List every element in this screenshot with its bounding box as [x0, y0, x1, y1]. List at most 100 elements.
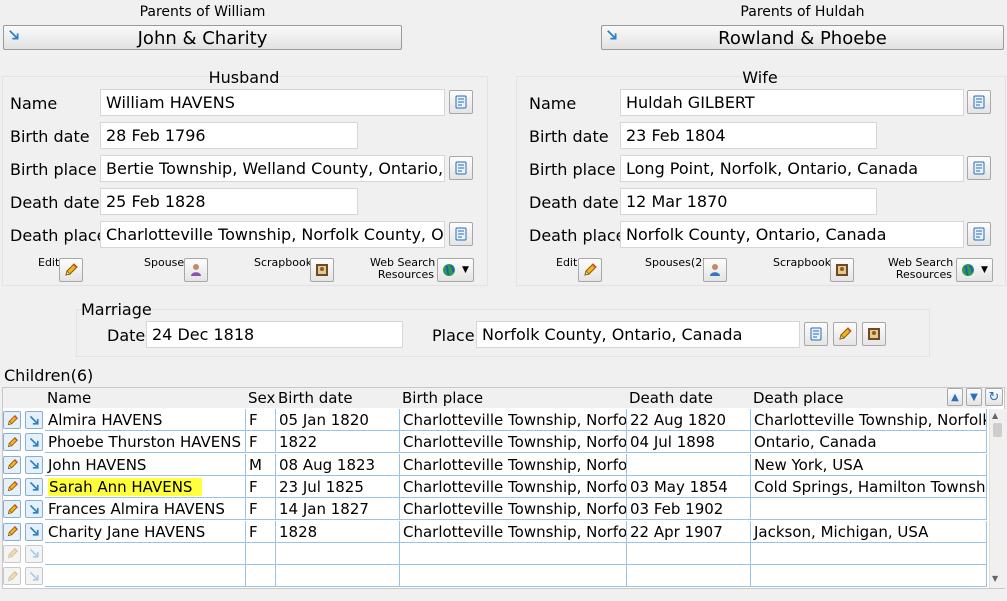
row-jump-button[interactable]: [25, 433, 43, 452]
wife-death-source-button[interactable]: [967, 222, 991, 246]
table-row[interactable]: [2, 565, 989, 588]
husband-death-source-button[interactable]: [449, 222, 473, 246]
cell-death-date[interactable]: 03 May 1854: [627, 475, 751, 498]
husband-birth-date-field[interactable]: 28 Feb 1796: [100, 122, 358, 149]
row-edit-button[interactable]: [3, 455, 21, 474]
row-edit-button[interactable]: [3, 411, 21, 429]
wife-death-date-field[interactable]: 12 Mar 1870: [620, 188, 877, 215]
cell-birth-date[interactable]: 1822: [276, 431, 400, 454]
refresh-button[interactable]: ↻: [985, 388, 1003, 406]
row-jump-button[interactable]: [25, 455, 43, 474]
table-row[interactable]: Sarah Ann HAVENS F 23 Jul 1825 Charlottevil…: [2, 475, 989, 498]
row-jump-button[interactable]: [25, 411, 43, 429]
cell-birth-place[interactable]: Charlotteville Township, Norfolk C: [400, 453, 627, 476]
scroll-down-icon[interactable]: ▼: [992, 574, 998, 583]
wife-name-field[interactable]: Huldah GILBERT: [620, 89, 964, 116]
marriage-edit-button[interactable]: [833, 322, 857, 346]
cell-death-place[interactable]: Cold Springs, Hamilton Township,: [751, 475, 987, 498]
husband-edit-button[interactable]: [59, 258, 83, 282]
table-row[interactable]: Charity Jane HAVENS F 1828 Charlotteville T…: [2, 520, 989, 543]
cell-birth-date[interactable]: 23 Jul 1825: [276, 475, 400, 498]
cell-name[interactable]: John HAVENS: [45, 453, 246, 476]
husband-name-field[interactable]: William HAVENS: [100, 89, 445, 116]
cell-death-date[interactable]: 22 Apr 1907: [627, 520, 751, 543]
row-jump-button[interactable]: [25, 544, 43, 563]
cell-sex[interactable]: [246, 565, 276, 588]
col-sex-header[interactable]: Sex: [248, 388, 275, 408]
table-row[interactable]: [2, 542, 989, 565]
cell-sex[interactable]: F: [246, 431, 276, 454]
table-row[interactable]: Frances Almira HAVENS F 14 Jan 1827 Charlot…: [2, 498, 989, 521]
husband-death-place-field[interactable]: Charlotteville Township, Norfolk County,…: [100, 221, 445, 248]
cell-name[interactable]: Charity Jane HAVENS: [45, 520, 246, 543]
cell-death-place[interactable]: Ontario, Canada: [751, 431, 987, 454]
wife-scrapbook-button[interactable]: [830, 258, 854, 282]
row-jump-button[interactable]: [25, 500, 43, 519]
cell-death-date[interactable]: 03 Feb 1902: [627, 498, 751, 521]
cell-death-place[interactable]: [751, 498, 987, 521]
husband-birth-place-field[interactable]: Bertie Township, Welland County, Ontario…: [100, 155, 445, 182]
cell-sex[interactable]: F: [246, 498, 276, 521]
marriage-date-field[interactable]: 24 Dec 1818: [146, 321, 403, 348]
cell-death-date[interactable]: 22 Aug 1820: [627, 409, 751, 431]
cell-death-place[interactable]: [751, 565, 987, 588]
table-row[interactable]: Phoebe Thurston HAVENS F 1822 Charlottevill…: [2, 431, 989, 454]
row-edit-button[interactable]: [3, 433, 21, 452]
cell-birth-place[interactable]: Charlotteville Township, Norfolk C: [400, 431, 627, 454]
husband-scrapbook-button[interactable]: [310, 258, 334, 282]
scroll-up-icon[interactable]: ▲: [992, 411, 998, 420]
marriage-scrapbook-button[interactable]: [862, 322, 886, 346]
row-edit-button[interactable]: [3, 544, 21, 563]
cell-death-place[interactable]: New York, USA: [751, 453, 987, 476]
wife-death-place-field[interactable]: Norfolk County, Ontario, Canada: [620, 221, 964, 248]
row-edit-button[interactable]: [3, 477, 21, 496]
cell-birth-date[interactable]: [276, 542, 400, 565]
wife-birth-source-button[interactable]: [967, 156, 991, 180]
cell-birth-place[interactable]: [400, 565, 627, 588]
cell-death-date[interactable]: [627, 542, 751, 565]
cell-birth-place[interactable]: Charlotteville Township, Norfolk C: [400, 409, 627, 431]
cell-name[interactable]: Phoebe Thurston HAVENS: [45, 431, 246, 454]
row-edit-button[interactable]: [3, 522, 21, 541]
col-birth-date-header[interactable]: Birth date: [278, 388, 353, 408]
cell-death-date[interactable]: 04 Jul 1898: [627, 431, 751, 454]
row-jump-button[interactable]: [25, 567, 43, 586]
wife-name-source-button[interactable]: [967, 90, 991, 114]
cell-death-date[interactable]: [627, 453, 751, 476]
cell-birth-place[interactable]: Charlotteville Township, Norfolk C: [400, 498, 627, 521]
cell-birth-date[interactable]: 08 Aug 1823: [276, 453, 400, 476]
col-death-place-header[interactable]: Death place: [753, 388, 843, 408]
cell-death-place[interactable]: Jackson, Michigan, USA: [751, 520, 987, 543]
col-name-header[interactable]: Name: [47, 388, 91, 408]
col-birth-place-header[interactable]: Birth place: [402, 388, 483, 408]
marriage-source-button[interactable]: [804, 322, 828, 346]
husband-parents-button[interactable]: John & Charity: [3, 25, 402, 50]
cell-sex[interactable]: M: [246, 453, 276, 476]
husband-name-source-button[interactable]: [449, 90, 473, 114]
cell-name[interactable]: Frances Almira HAVENS: [45, 498, 246, 521]
wife-birth-place-field[interactable]: Long Point, Norfolk, Ontario, Canada: [620, 155, 964, 182]
husband-birth-source-button[interactable]: [449, 156, 473, 180]
move-down-button[interactable]: ▼: [966, 388, 982, 406]
row-edit-button[interactable]: [3, 500, 21, 519]
col-death-date-header[interactable]: Death date: [629, 388, 713, 408]
cell-death-place[interactable]: Charlotteville Township, Norfolk Co: [751, 409, 987, 431]
cell-sex[interactable]: F: [246, 475, 276, 498]
cell-name[interactable]: Almira HAVENS: [45, 409, 246, 431]
cell-birth-date[interactable]: [276, 565, 400, 588]
wife-edit-button[interactable]: [578, 258, 602, 282]
move-up-button[interactable]: ▲: [947, 388, 963, 406]
wife-spouses-button[interactable]: [703, 258, 727, 282]
cell-name[interactable]: [45, 565, 246, 588]
cell-birth-place[interactable]: Charlotteville Township, Norfolk C: [400, 520, 627, 543]
wife-web-search-button[interactable]: ▼: [956, 258, 993, 282]
cell-birth-date[interactable]: 14 Jan 1827: [276, 498, 400, 521]
cell-sex[interactable]: [246, 542, 276, 565]
row-jump-button[interactable]: [25, 522, 43, 541]
husband-spouse-button[interactable]: [184, 258, 208, 282]
row-edit-button[interactable]: [3, 567, 21, 586]
husband-web-search-button[interactable]: ▼: [437, 258, 474, 282]
children-scrollbar[interactable]: ▲ ▼: [989, 409, 1005, 588]
cell-name[interactable]: Sarah Ann HAVENS: [45, 475, 246, 498]
cell-birth-date[interactable]: 1828: [276, 520, 400, 543]
